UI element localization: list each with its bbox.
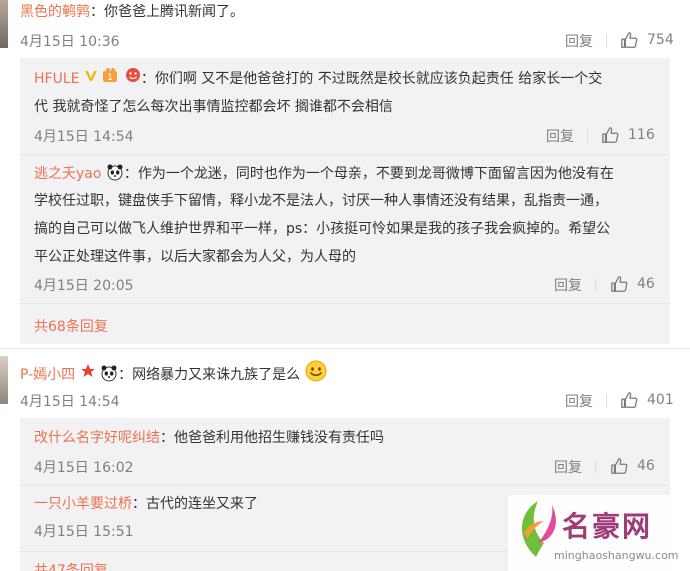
like-button[interactable]: 46 [610, 457, 655, 475]
watermark: 名豪网 minghaoshangwu.com [508, 495, 690, 571]
reply-username[interactable]: 改什么名字好呢纠结 [34, 430, 160, 446]
reply-button[interactable]: 回复 [565, 31, 593, 51]
reply-timestamp: 4月15日 15:51 [34, 524, 134, 540]
more-replies-link[interactable]: 共47条回复 [34, 560, 108, 571]
reply-divider [20, 303, 670, 304]
watermark-url: minghaoshangwu.com [554, 549, 679, 562]
reply-username[interactable]: HFULE [34, 71, 79, 87]
verified-v-icon [84, 67, 98, 91]
smile-emoji-icon [305, 360, 327, 390]
reply-divider [20, 485, 670, 486]
action-divider [595, 278, 596, 292]
comment-timestamp: 4月15日 14:54 [20, 394, 120, 410]
more-replies-link[interactable]: 共68条回复 [34, 316, 108, 336]
reply-text: ：他爸爸利用他招生赚钱没有责任吗 [160, 430, 384, 446]
avatar[interactable] [0, 0, 8, 48]
leaf-logo-icon [521, 501, 556, 557]
star-badge-icon [80, 363, 96, 387]
reply-text-continued: 代 我就奇怪了怎么每次出事情监控都会坏 搁谁都不会相信 [34, 99, 393, 115]
like-count: 401 [647, 392, 674, 408]
like-button[interactable]: 116 [601, 126, 655, 144]
comment-divider [0, 348, 690, 349]
avatar[interactable] [0, 356, 8, 404]
like-count: 46 [637, 276, 655, 292]
reply-timestamp: 4月15日 20:05 [34, 278, 134, 294]
svg-text:1: 1 [108, 73, 114, 83]
reply-text: ：作为一个龙迷，同时也作为一个母亲，不要到龙哥微博下面留言因为他没有在 [123, 166, 614, 182]
thumbs-up-icon [621, 392, 638, 408]
like-count: 754 [647, 32, 674, 48]
comment-username[interactable]: P-嫣小四 [20, 367, 75, 383]
action-divider [606, 34, 607, 48]
reply-button[interactable]: 回复 [565, 391, 593, 411]
panda-badge-icon [100, 364, 118, 382]
vip-badge-icon [125, 67, 141, 91]
comment-body: 黑色的鹌鹑：你爸爸上腾讯新闻了。 [20, 0, 244, 24]
comment-body: P-嫣小四 ：网络暴力又来诛九族了是么 [20, 360, 327, 390]
reply-button[interactable]: 回复 [554, 457, 582, 477]
action-divider [587, 129, 588, 143]
reply-text-continued: 平公正处理这件事，以后大家都会为人父，为人母的 [34, 249, 356, 265]
reply-body: HFULE 1 ：你们啊 又不是他爸爸打的 不过既然是校长就应该负起责任 给家长… [34, 67, 602, 91]
fan-badge-icon: 1 [102, 67, 120, 91]
reply-timestamp: 4月15日 14:54 [34, 129, 134, 145]
reply-timestamp: 4月15日 16:02 [34, 460, 134, 476]
thumbs-up-icon [602, 127, 619, 143]
reply-button[interactable]: 回复 [546, 126, 574, 146]
thumbs-up-icon [611, 458, 628, 474]
reply-text: ：古代的连坐又来了 [132, 496, 258, 512]
reply-button[interactable]: 回复 [554, 275, 582, 295]
thumbs-up-icon [611, 276, 628, 292]
comment-username[interactable]: 黑色的鹌鹑 [20, 4, 90, 20]
reply-username[interactable]: 逃之夭yao [34, 166, 101, 182]
reply-divider [20, 154, 670, 155]
watermark-brand: 名豪网 [562, 510, 653, 543]
like-count: 116 [628, 127, 655, 143]
replies-panel: HFULE 1 ：你们啊 又不是他爸爸打的 不过既然是校长就应该负起责任 给家长… [20, 58, 670, 344]
reply-text-continued: 学校任过职，键盘侠手下留情，释小龙不是法人，讨厌一种人事情还没有结果，乱指责一通… [34, 193, 608, 209]
like-button[interactable]: 754 [620, 31, 674, 49]
comment-text: ：网络暴力又来诛九族了是么 [118, 367, 301, 383]
reply-body: 一只小羊要过桥：古代的连坐又来了 [34, 492, 258, 516]
like-button[interactable]: 401 [620, 391, 674, 409]
reply-text-continued: 搞的自己可以做飞人维护世界和平一样，ps：小孩挺可怜如果是我的孩子我会疯掉的。希… [34, 221, 611, 237]
action-divider [606, 394, 607, 408]
reply-body: 逃之夭yao ：作为一个龙迷，同时也作为一个母亲，不要到龙哥微博下面留言因为他没… [34, 162, 614, 186]
action-divider [595, 460, 596, 474]
like-button[interactable]: 46 [610, 275, 655, 293]
comment-text: ：你爸爸上腾讯新闻了。 [90, 4, 244, 20]
like-count: 46 [637, 458, 655, 474]
reply-text: ：你们啊 又不是他爸爸打的 不过既然是校长就应该负起责任 给家长一个交 [140, 71, 603, 87]
comment-timestamp: 4月15日 10:36 [20, 34, 120, 50]
reply-username[interactable]: 一只小羊要过桥 [34, 496, 132, 512]
thumbs-up-icon [621, 32, 638, 48]
panda-badge-icon [106, 163, 124, 181]
reply-body: 改什么名字好呢纠结：他爸爸利用他招生赚钱没有责任吗 [34, 426, 384, 450]
